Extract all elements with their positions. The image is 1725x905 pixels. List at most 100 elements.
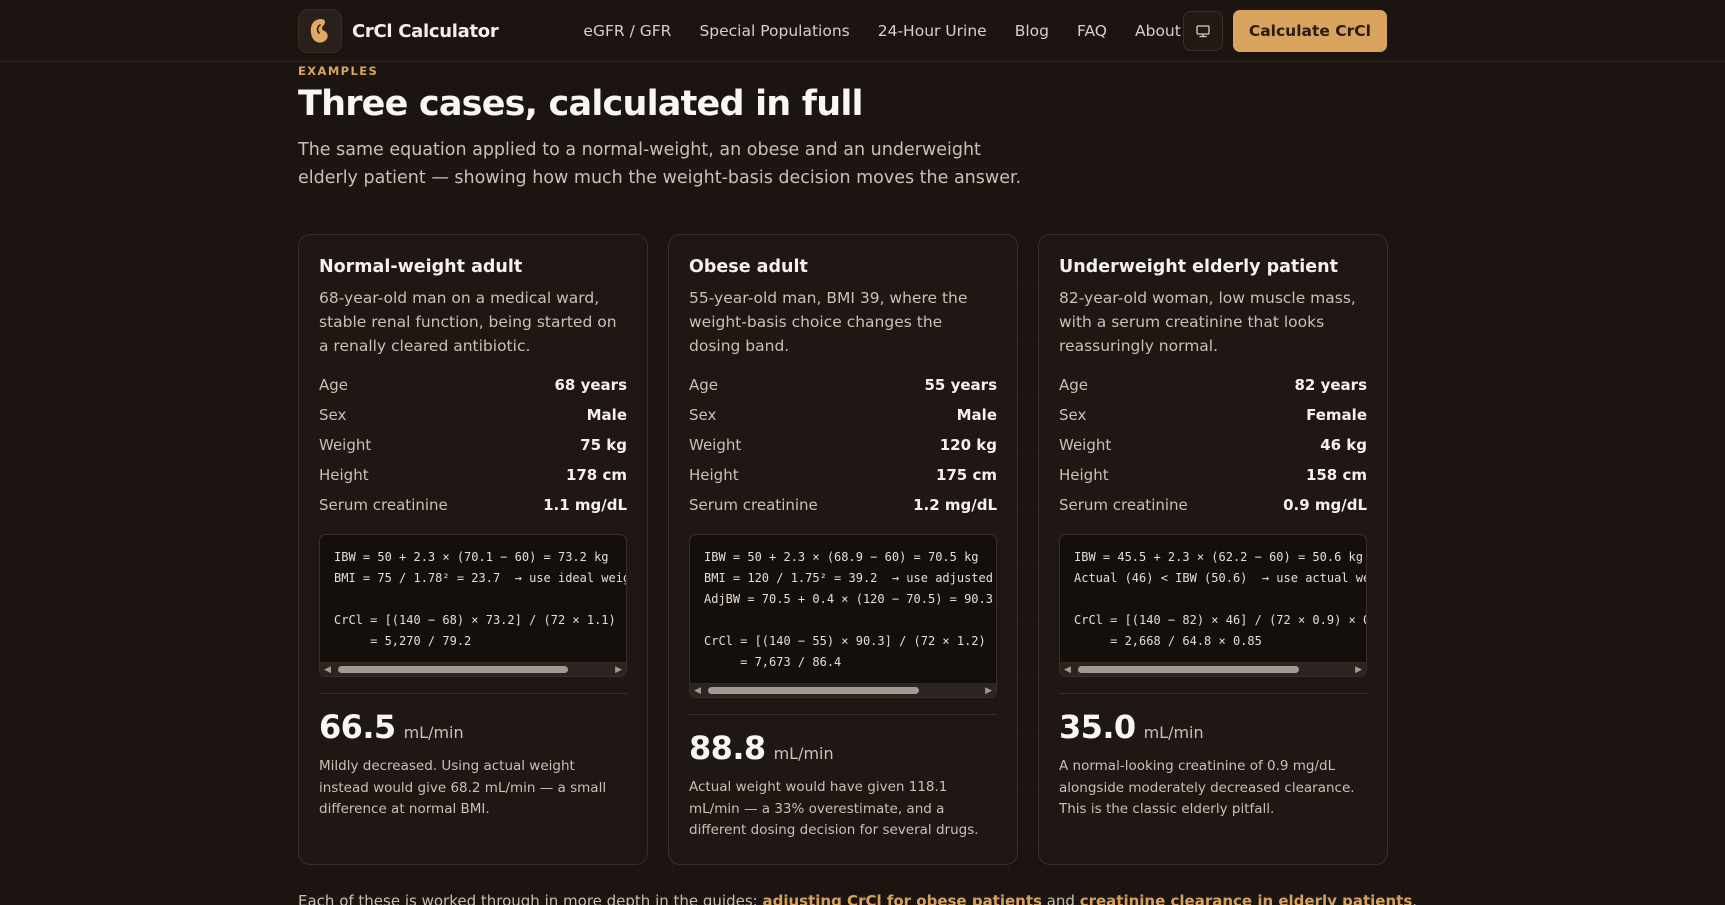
scroll-left-icon[interactable]: ◀: [1064, 665, 1071, 675]
input-row-weight: Weight 75 kg: [319, 430, 627, 460]
guides-footer-text: Each of these is worked through in more …: [298, 892, 1417, 905]
calculate-crcl-button[interactable]: Calculate CrCl: [1232, 10, 1387, 52]
scroll-right-icon[interactable]: ▶: [985, 686, 992, 696]
result-unit: mL/min: [403, 723, 464, 742]
case-card-underweight-elderly: Underweight elderly patient 82-year-old …: [1038, 234, 1388, 865]
input-row-weight: Weight 46 kg: [1059, 430, 1367, 460]
input-row-creatinine: Serum creatinine 1.2 mg/dL: [689, 490, 997, 520]
input-row-creatinine: Serum creatinine 1.1 mg/dL: [319, 490, 627, 520]
scrollbar-thumb[interactable]: [338, 666, 568, 673]
input-label: Weight: [319, 436, 372, 454]
nav-link-24-hour-urine[interactable]: 24-Hour Urine: [878, 22, 987, 40]
input-row-sex: Sex Male: [319, 400, 627, 430]
input-value: 75 kg: [580, 436, 627, 454]
horizontal-scrollbar[interactable]: ◀ ▶: [1060, 662, 1366, 676]
input-value: 46 kg: [1320, 436, 1367, 454]
input-value: 178 cm: [565, 466, 627, 484]
calculation-steps: IBW = 50 + 2.3 × (68.9 − 60) = 70.5 kg B…: [704, 550, 993, 669]
section-title: Three cases, calculated in full: [298, 84, 864, 124]
nav-link-blog[interactable]: Blog: [1015, 22, 1049, 40]
input-value: 1.2 mg/dL: [913, 496, 997, 514]
input-row-height: Height 178 cm: [319, 460, 627, 490]
nav-links: eGFR / GFR Special Populations 24-Hour U…: [583, 22, 1180, 40]
case-inputs: Age 82 years Sex Female Weight 46 kg Height…: [1059, 370, 1367, 520]
calculation-code-block[interactable]: IBW = 50 + 2.3 × (70.1 − 60) = 73.2 kg B…: [319, 534, 627, 677]
result-note: Actual weight would have given 118.1 mL/…: [689, 779, 979, 838]
brand-name: CrCl Calculator: [352, 20, 499, 42]
theme-toggle-button[interactable]: [1182, 11, 1223, 51]
input-row-creatinine: Serum creatinine 0.9 mg/dL: [1059, 490, 1367, 520]
input-row-height: Height 175 cm: [689, 460, 997, 490]
input-label: Height: [689, 466, 739, 484]
case-description: 55-year-old man, BMI 39, where the weigh…: [689, 289, 968, 355]
crcl-result: 35.0 mL/min: [1059, 708, 1367, 746]
input-label: Serum creatinine: [319, 496, 448, 514]
input-value: 1.1 mg/dL: [543, 496, 627, 514]
scrollbar-thumb[interactable]: [1078, 666, 1299, 673]
scroll-right-icon[interactable]: ▶: [615, 665, 622, 675]
case-title: Underweight elderly patient: [1059, 257, 1338, 277]
case-description: 68-year-old man on a medical ward, stabl…: [319, 289, 617, 355]
nav-link-about[interactable]: About: [1135, 22, 1181, 40]
case-card-normal-weight: Normal-weight adult 68-year-old man on a…: [298, 234, 648, 865]
scroll-left-icon[interactable]: ◀: [324, 665, 331, 675]
input-row-age: Age 68 years: [319, 370, 627, 400]
input-value: Male: [586, 406, 627, 424]
input-label: Age: [319, 376, 349, 394]
brand-link[interactable]: CrCl Calculator: [298, 9, 499, 53]
divider: [1059, 693, 1367, 694]
calculation-code-block[interactable]: IBW = 45.5 + 2.3 × (62.2 − 60) = 50.6 kg…: [1059, 534, 1367, 677]
footer-mid: and: [1041, 892, 1080, 905]
examples-header: EXAMPLES Three cases, calculated in full…: [298, 62, 1388, 192]
divider: [319, 693, 627, 694]
input-value: 0.9 mg/dL: [1283, 496, 1367, 514]
case-inputs: Age 55 years Sex Male Weight 120 kg Height 1…: [689, 370, 997, 520]
input-label: Height: [1059, 466, 1109, 484]
input-label: Height: [319, 466, 369, 484]
case-title: Normal-weight adult: [319, 257, 523, 277]
result-note: Mildly decreased. Using actual weight in…: [319, 758, 607, 817]
input-value: 158 cm: [1305, 466, 1367, 484]
input-value: 55 years: [924, 376, 998, 394]
kidney-logo-icon: [298, 9, 342, 53]
case-description: 82-year-old woman, low muscle mass, with…: [1059, 289, 1356, 355]
footer-prefix: Each of these is worked through in more …: [298, 892, 763, 905]
input-label: Sex: [689, 406, 717, 424]
calculation-steps: IBW = 50 + 2.3 × (70.1 − 60) = 73.2 kg B…: [334, 550, 626, 648]
nav-link-faq[interactable]: FAQ: [1077, 22, 1107, 40]
input-row-sex: Sex Female: [1059, 400, 1367, 430]
result-value: 88.8: [689, 729, 766, 767]
nav-link-egfr[interactable]: eGFR / GFR: [583, 22, 671, 40]
input-label: Age: [1059, 376, 1089, 394]
input-value: 82 years: [1294, 376, 1368, 394]
section-lede: The same equation applied to a normal-we…: [298, 140, 1022, 188]
calculation-code-block[interactable]: IBW = 50 + 2.3 × (68.9 − 60) = 70.5 kg B…: [689, 534, 997, 698]
input-label: Age: [689, 376, 719, 394]
input-row-age: Age 55 years: [689, 370, 997, 400]
result-value: 66.5: [319, 708, 396, 746]
horizontal-scrollbar[interactable]: ◀ ▶: [690, 683, 996, 697]
input-value: 68 years: [554, 376, 628, 394]
crcl-result: 88.8 mL/min: [689, 729, 997, 767]
top-navigation: CrCl Calculator eGFR / GFR Special Popul…: [0, 0, 1725, 62]
input-row-age: Age 82 years: [1059, 370, 1367, 400]
nav-link-special-populations[interactable]: Special Populations: [699, 22, 849, 40]
result-unit: mL/min: [1143, 723, 1204, 742]
footer-suffix: .: [1412, 892, 1418, 905]
obese-guide-link[interactable]: adjusting CrCl for obese patients: [763, 892, 1042, 905]
scroll-left-icon[interactable]: ◀: [694, 686, 701, 696]
horizontal-scrollbar[interactable]: ◀ ▶: [320, 662, 626, 676]
case-title: Obese adult: [689, 257, 808, 277]
input-value: 175 cm: [935, 466, 997, 484]
case-card-obese: Obese adult 55-year-old man, BMI 39, whe…: [668, 234, 1018, 865]
input-label: Weight: [1059, 436, 1112, 454]
input-row-height: Height 158 cm: [1059, 460, 1367, 490]
elderly-guide-link[interactable]: creatinine clearance in elderly patients: [1080, 892, 1413, 905]
scrollbar-thumb[interactable]: [708, 687, 919, 694]
input-value: Female: [1306, 406, 1367, 424]
result-unit: mL/min: [773, 744, 834, 763]
scroll-right-icon[interactable]: ▶: [1355, 665, 1362, 675]
calculation-steps: IBW = 45.5 + 2.3 × (62.2 − 60) = 50.6 kg…: [1074, 550, 1366, 648]
result-note: A normal-looking creatinine of 0.9 mg/dL…: [1059, 758, 1355, 817]
example-cards: Normal-weight adult 68-year-old man on a…: [298, 234, 1388, 865]
